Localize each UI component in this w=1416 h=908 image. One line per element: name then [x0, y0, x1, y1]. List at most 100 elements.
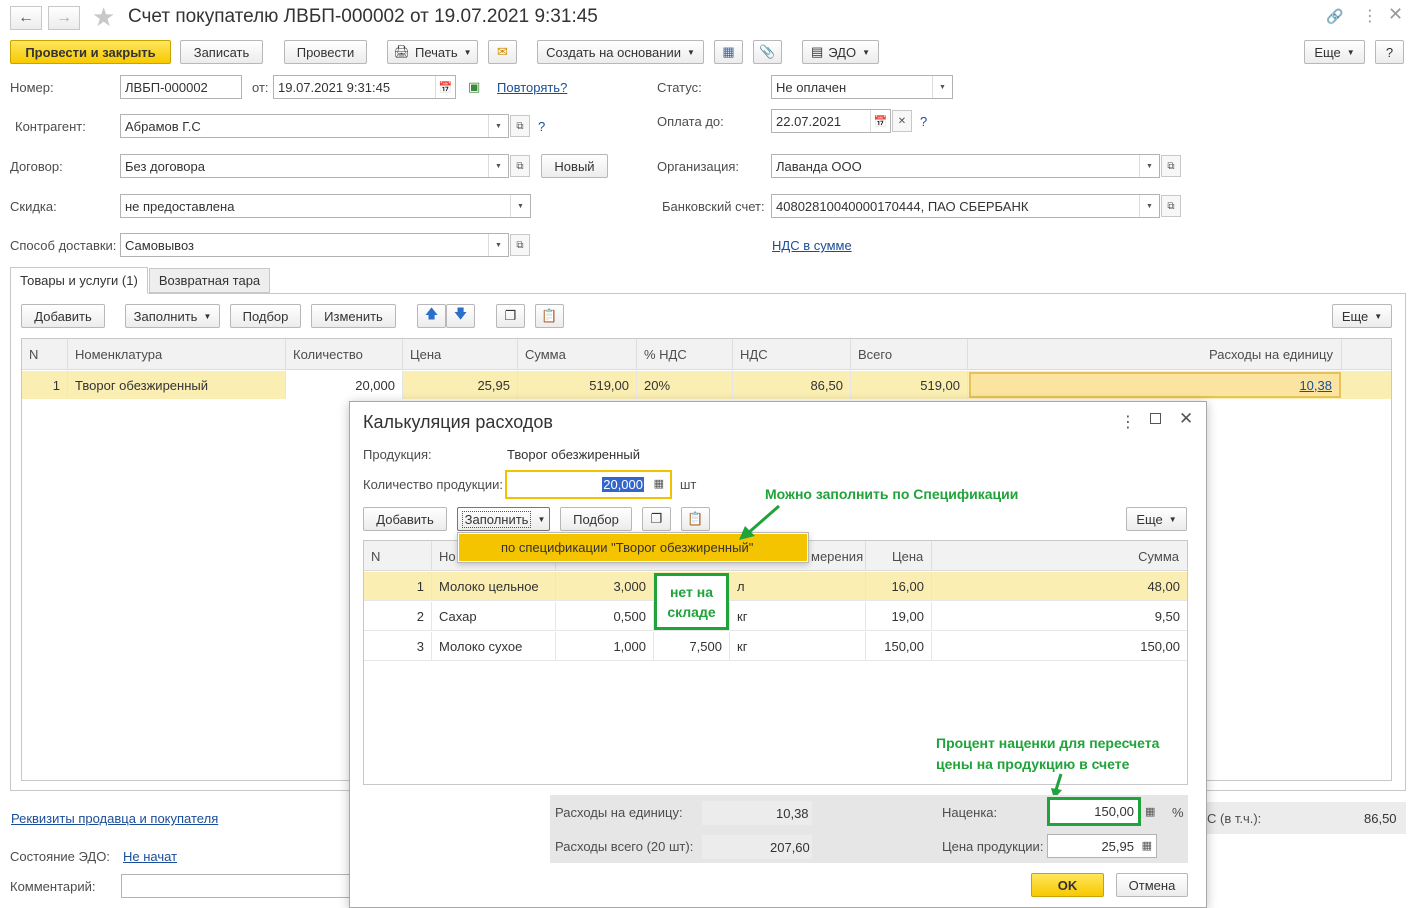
delivery-open-button[interactable]: ⧉: [510, 234, 530, 256]
col-sum[interactable]: Сумма: [932, 541, 1187, 571]
clear-date-button[interactable]: ✕: [892, 110, 912, 132]
calculator-icon[interactable]: ▦: [654, 477, 664, 490]
comment-field[interactable]: [121, 874, 361, 898]
calculator-icon[interactable]: ▦: [1142, 839, 1152, 852]
cost-link[interactable]: 10,38: [1299, 378, 1332, 393]
structure-button[interactable]: ▦: [714, 40, 743, 64]
dialog-add-button[interactable]: Добавить: [363, 507, 447, 531]
markup-field[interactable]: 150,00: [1047, 797, 1141, 826]
contractor-help[interactable]: ?: [538, 119, 545, 134]
status-select[interactable]: Не оплачен ▼: [771, 75, 953, 99]
date-field[interactable]: 19.07.2021 9:31:45 📅: [273, 75, 456, 99]
close-icon[interactable]: ✕: [1179, 409, 1193, 429]
close-icon[interactable]: ✕: [1388, 4, 1403, 25]
cell-qty: 1,000: [556, 632, 654, 660]
col-price[interactable]: Цена: [403, 339, 518, 369]
contractor-open-button[interactable]: ⧉: [510, 115, 530, 137]
pick-button[interactable]: Подбор: [230, 304, 301, 328]
col-n[interactable]: N: [22, 339, 68, 369]
tab-return-packaging[interactable]: Возвратная тара: [149, 268, 270, 293]
col-qty[interactable]: Количество: [286, 339, 403, 369]
product-price-field[interactable]: 25,95 ▦: [1047, 834, 1157, 858]
save-button[interactable]: Записать: [180, 40, 263, 64]
org-field[interactable]: Лаванда ООО ▼: [771, 154, 1160, 178]
tab-goods[interactable]: Товары и услуги (1): [10, 267, 148, 294]
menu-dots-icon[interactable]: ⋮: [1362, 6, 1378, 26]
chevron-down-icon[interactable]: ▼: [488, 155, 508, 177]
calendar-icon[interactable]: 📅: [435, 76, 455, 98]
dialog-paste-button[interactable]: 📋: [681, 507, 710, 531]
dialog-more-button[interactable]: Еще ▼: [1126, 507, 1187, 531]
number-field[interactable]: ЛВБП-000002: [120, 75, 242, 99]
cancel-button[interactable]: Отмена: [1116, 873, 1188, 897]
contract-field[interactable]: Без договора ▼: [120, 154, 509, 178]
back-button[interactable]: ←: [10, 6, 42, 30]
cell-n: 1: [364, 572, 432, 600]
col-vat[interactable]: НДС: [733, 339, 851, 369]
create-based-button[interactable]: Создать на основании ▼: [537, 40, 704, 64]
delivery-field[interactable]: Самовывоз ▼: [120, 233, 509, 257]
cell-cost[interactable]: 10,38: [969, 372, 1341, 398]
ok-button[interactable]: OK: [1031, 873, 1104, 897]
table-row[interactable]: 3 Молоко сухое 1,000 7,500 кг 150,00 150…: [364, 632, 1187, 661]
discount-select[interactable]: не предоставлена ▼: [120, 194, 531, 218]
print-button[interactable]: 🖨 Печать ▼: [387, 40, 478, 64]
col-total[interactable]: Всего: [851, 339, 968, 369]
more-button[interactable]: Еще ▼: [1304, 40, 1365, 64]
col-name[interactable]: Номенклатура: [68, 339, 286, 369]
forward-button[interactable]: →: [48, 6, 80, 30]
col-sum[interactable]: Сумма: [518, 339, 637, 369]
post-and-close-button[interactable]: Провести и закрыть: [10, 40, 171, 64]
paste-button[interactable]: 📋: [535, 304, 564, 328]
chevron-down-icon[interactable]: ▼: [488, 234, 508, 256]
chevron-down-icon[interactable]: ▼: [932, 76, 952, 98]
pay-until-field[interactable]: 22.07.2021 📅: [771, 109, 891, 133]
favorite-star-icon[interactable]: ★: [92, 2, 115, 33]
add-row-button[interactable]: Добавить: [21, 304, 105, 328]
menu-dots-icon[interactable]: ⋮: [1120, 412, 1136, 432]
change-button[interactable]: Изменить: [311, 304, 396, 328]
col-vat-rate[interactable]: % НДС: [637, 339, 733, 369]
dialog-fill-button[interactable]: Заполнить ▼: [457, 507, 550, 531]
chevron-down-icon[interactable]: ▼: [1139, 195, 1159, 217]
col-price[interactable]: Цена: [866, 541, 932, 571]
org-open-button[interactable]: ⧉: [1161, 155, 1181, 177]
chevron-down-icon[interactable]: ▼: [510, 195, 530, 217]
vat-link[interactable]: НДС в сумме: [772, 238, 852, 253]
qty-field[interactable]: 20,000 ▦: [505, 470, 672, 499]
link-icon[interactable]: 🔗: [1326, 8, 1343, 25]
cell-sum: 9,50: [1154, 608, 1180, 624]
post-button[interactable]: Провести: [284, 40, 367, 64]
requisites-link[interactable]: Реквизиты продавца и покупателя: [11, 811, 218, 826]
help-button[interactable]: ?: [1375, 40, 1404, 64]
move-down-button[interactable]: 🡇: [446, 304, 475, 328]
contract-open-button[interactable]: ⧉: [510, 155, 530, 177]
copy-button[interactable]: ❐: [496, 304, 525, 328]
bank-field[interactable]: 40802810040000170444, ПАО СБЕРБАНК ▼: [771, 194, 1160, 218]
calculator-icon[interactable]: ▦: [1145, 805, 1155, 818]
fill-button[interactable]: Заполнить ▼: [125, 304, 220, 328]
table-row[interactable]: 1 Творог обезжиренный 20,000 25,95 519,0…: [22, 371, 1391, 399]
col-cost[interactable]: Расходы на единицу: [968, 339, 1342, 369]
col-n[interactable]: N: [364, 541, 432, 571]
move-up-button[interactable]: 🡅: [417, 304, 446, 328]
table-row[interactable]: 1 Молоко цельное 3,000 л 16,00 48,00: [364, 572, 1187, 601]
edo-state-link[interactable]: Не начат: [123, 849, 177, 864]
chevron-down-icon[interactable]: ▼: [488, 115, 508, 137]
attach-button[interactable]: 📎: [753, 40, 782, 64]
chevron-down-icon[interactable]: ▼: [1139, 155, 1159, 177]
new-contract-button[interactable]: Новый: [541, 154, 608, 178]
maximize-icon[interactable]: [1150, 413, 1161, 424]
table-more-button[interactable]: Еще ▼: [1332, 304, 1392, 328]
repeat-link[interactable]: Повторять?: [497, 80, 567, 95]
email-button[interactable]: ✉: [488, 40, 517, 64]
edo-button[interactable]: ▤ ЭДО ▼: [802, 40, 879, 64]
calendar-icon[interactable]: 📅: [870, 110, 890, 132]
dialog-pick-button[interactable]: Подбор: [560, 507, 632, 531]
pay-until-help[interactable]: ?: [920, 114, 927, 129]
col-unit[interactable]: мерения: [804, 541, 866, 571]
bank-open-button[interactable]: ⧉: [1161, 195, 1181, 217]
contractor-field[interactable]: Абрамов Г.С ▼: [120, 114, 509, 138]
table-row[interactable]: 2 Сахар 0,500 кг 19,00 9,50: [364, 602, 1187, 631]
dialog-copy-button[interactable]: ❐: [642, 507, 671, 531]
